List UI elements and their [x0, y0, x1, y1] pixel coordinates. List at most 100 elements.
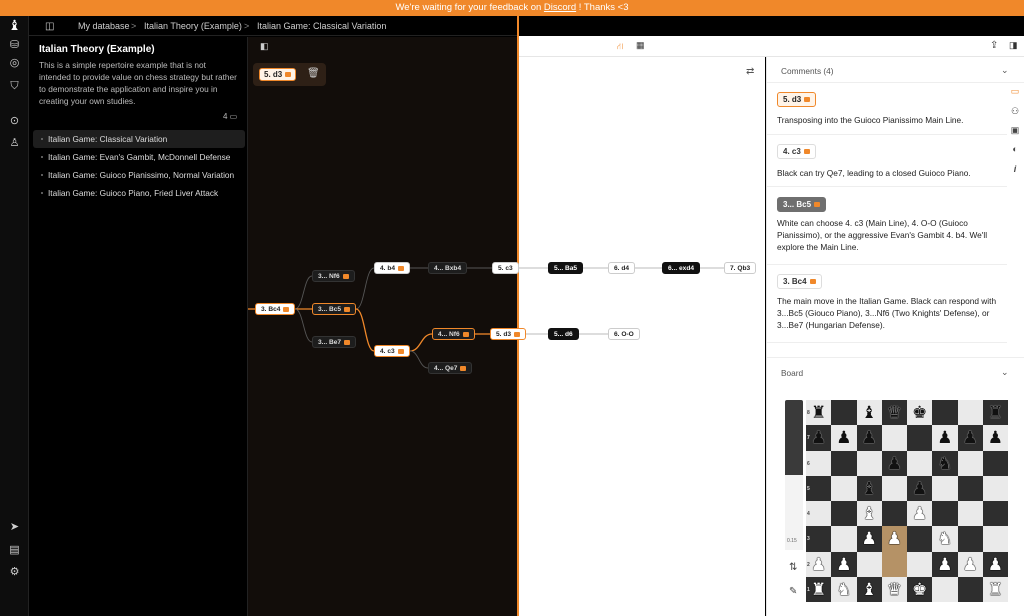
- board-square[interactable]: [831, 501, 857, 527]
- board-square[interactable]: [932, 475, 958, 501]
- board-square[interactable]: 4: [806, 501, 832, 527]
- tree-node-move[interactable]: 3... Nf6: [312, 270, 355, 282]
- tree-node-move[interactable]: 6. O-O: [608, 328, 640, 340]
- palette-icon[interactable]: ◐: [1008, 142, 1022, 156]
- white-pawn-icon[interactable]: ♟: [836, 555, 851, 574]
- shield-icon[interactable]: ⛉: [7, 79, 22, 94]
- board-square[interactable]: 5: [806, 475, 832, 501]
- board-square[interactable]: ♞: [932, 450, 958, 476]
- black-pawn-icon[interactable]: ♟: [887, 454, 902, 473]
- board-square[interactable]: [957, 526, 983, 552]
- chapter-item[interactable]: Italian Game: Classical Variation: [33, 130, 245, 148]
- board-square[interactable]: [881, 475, 907, 501]
- tree-node-move[interactable]: 7. Qb3: [724, 262, 757, 274]
- board-square[interactable]: ♞: [831, 576, 857, 602]
- board-square[interactable]: [831, 475, 857, 501]
- board-square[interactable]: ♟: [856, 425, 882, 451]
- board-square[interactable]: 6: [806, 450, 832, 476]
- gamepad-icon[interactable]: ⊙: [7, 114, 22, 129]
- discord-link[interactable]: Discord: [544, 2, 576, 13]
- breadcrumb-database[interactable]: My database: [78, 21, 130, 31]
- tree-node-move[interactable]: 3... Bc5: [312, 303, 357, 315]
- board-square[interactable]: ♛: [881, 400, 907, 426]
- board-square[interactable]: [957, 475, 983, 501]
- white-pawn-icon[interactable]: ♟: [937, 555, 952, 574]
- board-square[interactable]: [881, 425, 907, 451]
- gear-icon[interactable]: ⚙: [7, 565, 22, 580]
- white-queen-icon[interactable]: ♛: [887, 580, 902, 599]
- board-square[interactable]: [907, 450, 933, 476]
- comment-move-tag[interactable]: 4. c3: [777, 144, 816, 159]
- board-square[interactable]: [982, 501, 1008, 527]
- black-rook-icon[interactable]: ♜: [988, 403, 1003, 422]
- panel-right-icon[interactable]: ◨: [1009, 40, 1018, 51]
- board-square[interactable]: [831, 400, 857, 426]
- comment-item[interactable]: 3... Bc5 White can choose 4. c3 (Main Li…: [767, 187, 1007, 265]
- sidebar-toggle-icon[interactable]: ◫: [45, 21, 54, 32]
- board-square[interactable]: 3: [806, 526, 832, 552]
- black-pawn-icon[interactable]: ♟: [811, 428, 826, 447]
- comment-icon[interactable]: ▭: [1008, 84, 1022, 98]
- board-square[interactable]: [982, 475, 1008, 501]
- board-square[interactable]: ♝: [856, 475, 882, 501]
- white-rook-icon[interactable]: ♜: [988, 580, 1003, 599]
- book-icon[interactable]: ▤: [7, 543, 22, 558]
- board-square[interactable]: ♜: [982, 576, 1008, 602]
- board-square[interactable]: [957, 400, 983, 426]
- black-rook-icon[interactable]: ♜: [811, 403, 826, 422]
- white-pawn-icon[interactable]: ♟: [887, 529, 902, 548]
- move-tree-light-area[interactable]: [519, 37, 765, 616]
- board-square[interactable]: [881, 501, 907, 527]
- board-square[interactable]: 2 ♟: [806, 551, 832, 577]
- black-knight-icon[interactable]: ♞: [937, 454, 952, 473]
- white-bishop-icon[interactable]: ♝: [862, 580, 877, 599]
- board-square[interactable]: [881, 551, 907, 577]
- compass-icon[interactable]: ◎: [7, 56, 22, 71]
- board-square[interactable]: [907, 425, 933, 451]
- white-knight-icon[interactable]: ♞: [836, 580, 851, 599]
- white-knight-icon[interactable]: ♞: [937, 529, 952, 548]
- board-square[interactable]: ♟: [907, 501, 933, 527]
- board-square[interactable]: ♞: [932, 526, 958, 552]
- board-square[interactable]: ♚: [907, 576, 933, 602]
- comment-item[interactable]: 4. c3 Black can try Qe7, leading to a cl…: [767, 135, 1007, 187]
- board-square[interactable]: [831, 450, 857, 476]
- board-square[interactable]: ♟: [831, 425, 857, 451]
- chevron-down-icon[interactable]: ⌄: [1001, 65, 1009, 76]
- comment-move-tag[interactable]: 5. d3: [777, 92, 817, 107]
- board-square[interactable]: ♟: [831, 551, 857, 577]
- tree-node-move[interactable]: 6. d4: [608, 262, 636, 274]
- board-square[interactable]: [982, 450, 1008, 476]
- board-square[interactable]: [932, 400, 958, 426]
- board-square[interactable]: ♚: [907, 400, 933, 426]
- board-view-icon[interactable]: ▦: [636, 40, 645, 51]
- tree-node-move[interactable]: 4. c3: [374, 345, 410, 357]
- board-square[interactable]: ♟: [907, 475, 933, 501]
- tree-view-icon[interactable]: ⛙: [617, 41, 623, 53]
- comment-move-tag[interactable]: 3... Bc5: [777, 197, 827, 212]
- board-square[interactable]: [957, 450, 983, 476]
- database-icon[interactable]: ⛁: [7, 38, 22, 53]
- board-square[interactable]: ♛: [881, 576, 907, 602]
- chess-board[interactable]: 8 ♜ ♝ ♛ ♚ ♜ 7 ♟ ♟ ♟ ♟ ♟ ♟ 6 ♟ ♞ 5 ♝ ♟ 4 ♝ ♟ 3 ♟ ♟ ♞ 2 ♟ ♟ ♟ ♟ ♟ 1 ♜ ♞ ♝ ♛ ♚ ♜: [806, 400, 1008, 602]
- tree-node-move[interactable]: 3... Be7: [312, 336, 357, 348]
- board-square[interactable]: [907, 551, 933, 577]
- black-pawn-icon[interactable]: ♟: [988, 428, 1003, 447]
- black-pawn-icon[interactable]: ♟: [862, 428, 877, 447]
- board-square[interactable]: ♟: [932, 425, 958, 451]
- black-queen-icon[interactable]: ♛: [887, 403, 902, 422]
- white-pawn-icon[interactable]: ♟: [988, 555, 1003, 574]
- tree-node-move[interactable]: 5. d3: [490, 328, 527, 340]
- board-square[interactable]: ♟: [932, 551, 958, 577]
- white-pawn-icon[interactable]: ♟: [912, 504, 927, 523]
- black-bishop-icon[interactable]: ♝: [862, 403, 877, 422]
- tree-node-move[interactable]: 4... Nf6: [432, 328, 475, 340]
- board-icon[interactable]: ▣: [1008, 123, 1022, 137]
- tree-node-move[interactable]: 4... Bxb4: [428, 262, 468, 274]
- bishop-logo-icon[interactable]: ♝: [7, 18, 22, 33]
- user-add-icon[interactable]: ⚇: [1008, 104, 1022, 118]
- tree-node-move[interactable]: 5... d6: [548, 328, 579, 340]
- tree-node-move[interactable]: 6... exd4: [662, 262, 701, 274]
- board-header[interactable]: Board: [781, 368, 803, 378]
- black-pawn-icon[interactable]: ♟: [963, 428, 978, 447]
